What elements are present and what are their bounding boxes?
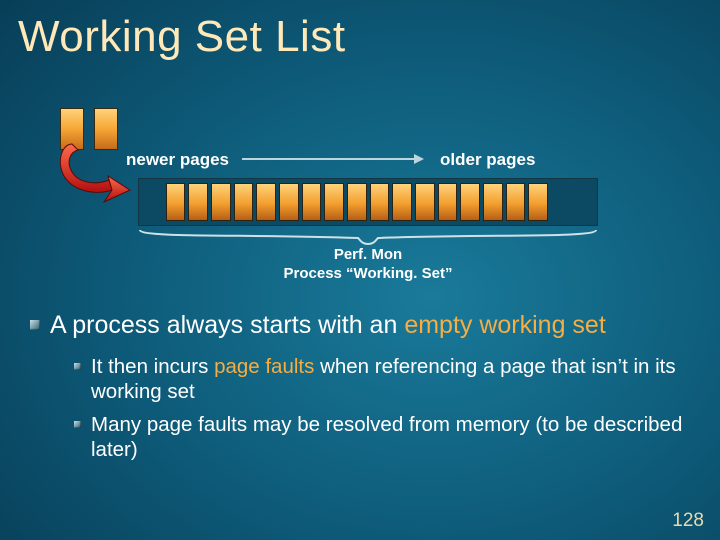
page-number: 128 — [672, 510, 704, 532]
array-slot-page — [460, 183, 480, 221]
array-slot-page — [483, 183, 503, 221]
working-set-diagram: newer pages older pages Perf. Mon Proces… — [30, 100, 690, 280]
array-slot-page — [188, 183, 208, 221]
brace-icon — [138, 228, 598, 246]
bullet-marker-icon — [74, 363, 81, 370]
array-slot-page — [506, 183, 526, 221]
direction-arrow-icon — [242, 158, 422, 160]
insert-arrow-icon — [54, 136, 134, 206]
slide: Working Set List newer pages older pages… — [0, 0, 720, 540]
bullet-level1: A process always starts with an empty wo… — [30, 310, 690, 340]
highlight-text: empty working set — [404, 311, 605, 339]
text: It then incurs — [91, 355, 214, 378]
bullet-marker-icon — [74, 421, 81, 428]
perfmon-line1: Perf. Mon — [334, 246, 402, 263]
array-slot-page — [256, 183, 276, 221]
slide-title: Working Set List — [18, 12, 346, 62]
bullet-list: A process always starts with an empty wo… — [30, 310, 690, 470]
array-slot-page — [211, 183, 231, 221]
array-slot-page — [347, 183, 367, 221]
array-slot-page — [370, 183, 390, 221]
array-slot-page — [166, 183, 186, 221]
array-slot-page — [234, 183, 254, 221]
bullet-text: It then incurs page faults when referenc… — [91, 354, 690, 404]
array-slot-page — [279, 183, 299, 221]
array-slot-page — [324, 183, 344, 221]
array-slot-page — [415, 183, 435, 221]
newer-pages-label: newer pages — [126, 150, 229, 170]
array-slot-page — [302, 183, 322, 221]
older-pages-label: older pages — [440, 150, 535, 170]
perfmon-line2: Process “Working. Set” — [284, 265, 453, 282]
working-set-array — [138, 178, 598, 226]
bullet-marker-icon — [30, 320, 40, 330]
array-slot-page — [438, 183, 458, 221]
perfmon-caption: Perf. Mon Process “Working. Set” — [138, 246, 598, 284]
array-slot-page — [392, 183, 412, 221]
bullet-text: A process always starts with an empty wo… — [50, 310, 606, 340]
bullet-level2: Many page faults may be resolved from me… — [74, 412, 690, 462]
text: A process always starts with an — [50, 311, 404, 339]
bullet-level2: It then incurs page faults when referenc… — [74, 354, 690, 404]
bullet-text: Many page faults may be resolved from me… — [91, 412, 690, 462]
array-slot-page — [528, 183, 548, 221]
highlight-text: page faults — [214, 355, 314, 378]
